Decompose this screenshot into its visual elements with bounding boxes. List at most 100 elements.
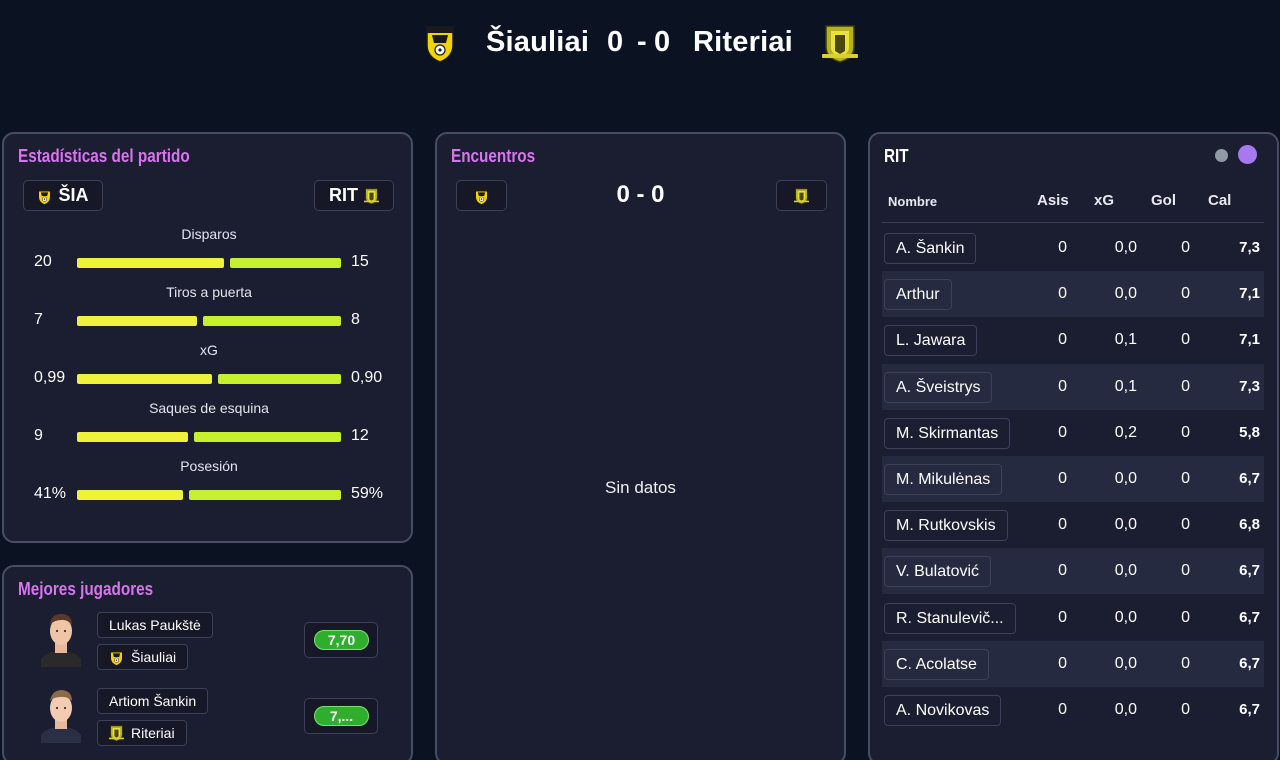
- player-team: Šiauliai: [131, 649, 177, 665]
- riteriai-crest-icon: [109, 724, 124, 742]
- table-row[interactable]: C. Acolatse 0 0,0 0 6,7: [882, 641, 1264, 687]
- stat-bar-away: [230, 258, 341, 268]
- home-team-abbr: ŠIA: [58, 185, 89, 205]
- column-header-rating[interactable]: Cal: [1208, 192, 1231, 209]
- siauliai-crest-icon[interactable]: [424, 23, 456, 63]
- player-name-chip[interactable]: Lukas Paukštė: [97, 612, 213, 638]
- stat-label: xG: [200, 342, 218, 358]
- best-players-panel: Mejores jugadores Lukas Paukštė Šiauliai…: [2, 565, 413, 760]
- away-team-chip[interactable]: [776, 180, 827, 211]
- player-rating: 5,8: [1239, 424, 1260, 441]
- player-xg: 0,0: [1114, 562, 1137, 579]
- player-name-chip[interactable]: L. Jawara: [884, 325, 978, 356]
- table-row[interactable]: Arthur 0 0,0 0 7,1: [882, 271, 1264, 317]
- stat-bar-home: [77, 374, 212, 384]
- player-assists: 0: [1058, 378, 1067, 395]
- player-name-chip[interactable]: Artiom Šankin: [97, 688, 209, 714]
- player-team: Riteriai: [131, 725, 175, 741]
- player-xg: 0,0: [1114, 516, 1137, 533]
- player-assists: 0: [1058, 655, 1067, 672]
- stat-home-value: 0,99: [34, 369, 66, 386]
- table-row[interactable]: R. Stanulevič... 0 0,0 0 6,7: [882, 595, 1264, 641]
- player-xg: 0,0: [1114, 655, 1137, 672]
- table-row[interactable]: A. Novikovas 0 0,0 0 6,7: [882, 687, 1264, 733]
- player-name-chip[interactable]: M. Mikulėnas: [884, 464, 1003, 495]
- away-team-name[interactable]: Riteriai: [693, 26, 793, 59]
- empty-state-text: Sin datos: [605, 478, 676, 497]
- team-toggle-dot-purple[interactable]: [1238, 145, 1257, 164]
- match-header: Šiauliai 0 - 0 Riteriai: [0, 0, 1280, 90]
- player-goals: 0: [1181, 516, 1190, 533]
- player-rating: 7,1: [1239, 331, 1260, 348]
- player-goals: 0: [1181, 655, 1190, 672]
- head-to-head-panel: Encuentros 0 - 0 Sin datos: [435, 132, 846, 760]
- table-row[interactable]: M. Skirmantas 0 0,2 0 5,8: [882, 410, 1264, 456]
- stat-away-value: 15: [351, 253, 369, 270]
- panel-title: Encuentros: [451, 146, 536, 166]
- player-rating-box: 7,70: [304, 622, 378, 658]
- player-team-chip[interactable]: Šiauliai: [97, 644, 189, 670]
- stat-bar-away: [194, 432, 341, 442]
- home-team-chip[interactable]: ŠIA: [23, 180, 103, 211]
- score-separator: -: [637, 26, 647, 58]
- team-toggle-dot-grey[interactable]: [1215, 149, 1228, 162]
- stat-away-value: 12: [351, 427, 369, 444]
- player-name-chip[interactable]: Arthur: [884, 279, 952, 310]
- column-header-name[interactable]: Nombre: [888, 194, 937, 209]
- table-row[interactable]: V. Bulatović 0 0,0 0 6,7: [882, 548, 1264, 594]
- player-name-chip[interactable]: A. Novikovas: [884, 695, 1002, 726]
- table-row[interactable]: M. Rutkovskis 0 0,0 0 6,8: [882, 502, 1264, 548]
- player-rating-box: 7,...: [304, 698, 378, 734]
- home-team-name[interactable]: Šiauliai: [486, 26, 589, 59]
- table-row[interactable]: M. Mikulėnas 0 0,0 0 6,7: [882, 456, 1264, 502]
- panel-title: Mejores jugadores: [18, 579, 154, 599]
- player-name-chip[interactable]: V. Bulatović: [884, 556, 992, 587]
- player-xg: 0,0: [1114, 239, 1137, 256]
- player-name: Lukas Paukštė: [109, 617, 201, 633]
- away-team-abbr: RIT: [329, 185, 358, 205]
- player-xg: 0,0: [1114, 609, 1137, 626]
- player-name-chip[interactable]: M. Rutkovskis: [884, 510, 1008, 541]
- riteriai-crest-icon[interactable]: [822, 23, 858, 63]
- player-goals: 0: [1181, 285, 1190, 302]
- panel-title: RIT: [884, 146, 909, 166]
- column-header-assists[interactable]: Asis: [1037, 192, 1069, 209]
- stat-bar-away: [189, 490, 341, 500]
- header-divider: [882, 222, 1264, 223]
- player-rating: 6,7: [1239, 701, 1260, 718]
- stat-label: Posesión: [180, 458, 238, 474]
- away-team-chip[interactable]: RIT: [314, 180, 394, 211]
- stat-away-value: 0,90: [351, 369, 383, 386]
- player-avatar[interactable]: [41, 685, 81, 743]
- stat-bar-home: [77, 432, 188, 442]
- riteriai-crest-icon: [364, 187, 379, 205]
- player-rating: 6,7: [1239, 609, 1260, 626]
- player-xg: 0,1: [1114, 378, 1137, 395]
- player-goals: 0: [1181, 239, 1190, 256]
- table-row[interactable]: L. Jawara 0 0,1 0 7,1: [882, 317, 1264, 363]
- player-avatar[interactable]: [41, 609, 81, 667]
- team-lineup-panel: RIT Nombre Asis xG Gol Cal A. Šankin 0 0,0…: [868, 132, 1279, 760]
- stat-label: Disparos: [181, 226, 237, 242]
- player-assists: 0: [1058, 470, 1067, 487]
- player-goals: 0: [1181, 562, 1190, 579]
- player-name-chip[interactable]: C. Acolatse: [884, 649, 989, 680]
- player-team-chip[interactable]: Riteriai: [97, 720, 187, 746]
- match-stats-panel: Estadísticas del partido ŠIA RIT Disparo…: [2, 132, 413, 543]
- stat-home-value: 41%: [34, 485, 67, 502]
- player-name: Artiom Šankin: [109, 693, 197, 709]
- table-row[interactable]: A. Šankin 0 0,0 0 7,3: [882, 225, 1264, 271]
- player-xg: 0,0: [1114, 701, 1137, 718]
- player-name-chip[interactable]: A. Šveistrys: [884, 372, 993, 403]
- player-name-chip[interactable]: M. Skirmantas: [884, 418, 1011, 449]
- column-header-xg[interactable]: xG: [1094, 192, 1114, 209]
- player-assists: 0: [1058, 609, 1067, 626]
- player-name-chip[interactable]: A. Šankin: [884, 233, 977, 264]
- stat-away-value: 59%: [351, 485, 384, 502]
- table-row[interactable]: A. Šveistrys 0 0,1 0 7,3: [882, 364, 1264, 410]
- player-xg: 0,0: [1114, 470, 1137, 487]
- player-name-chip[interactable]: R. Stanulevič...: [884, 603, 1016, 634]
- siauliai-crest-icon: [109, 648, 124, 666]
- column-header-goals[interactable]: Gol: [1151, 192, 1176, 209]
- player-rating: 7,3: [1239, 239, 1260, 256]
